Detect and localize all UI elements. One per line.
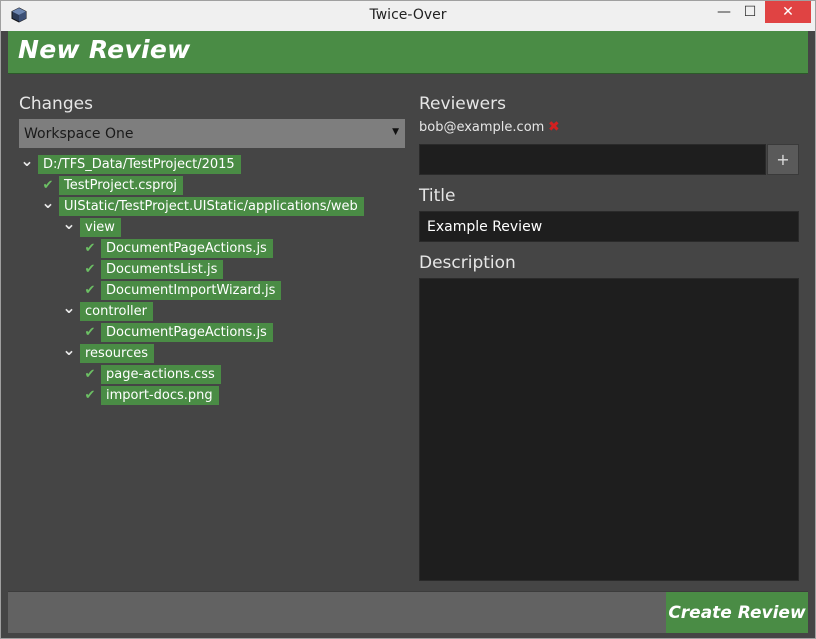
chevron-down-icon[interactable]: ⌄ — [40, 192, 56, 213]
tree-folder-label: resources — [80, 344, 155, 363]
title-label: Title — [419, 186, 456, 206]
checkmark-icon[interactable]: ✔ — [82, 364, 98, 385]
tree-file-label: DocumentPageActions.js — [101, 323, 273, 342]
tree-file-label: page-actions.css — [101, 365, 221, 384]
tree-row[interactable]: ✔ page-actions.css — [82, 364, 221, 385]
tree-row[interactable]: ⌄ resources — [61, 340, 155, 364]
footer-bar: Create Review — [8, 591, 808, 633]
tree-folder-label: UIStatic/TestProject.UIStatic/applicatio… — [59, 197, 364, 216]
tree-file-label: import-docs.png — [101, 386, 219, 405]
chevron-down-icon[interactable]: ⌄ — [61, 297, 77, 318]
page-header: New Review — [8, 31, 808, 74]
reviewer-input[interactable] — [419, 144, 766, 175]
tree-row[interactable]: ✔ TestProject.csproj — [40, 175, 184, 196]
tree-row[interactable]: ⌄ UIStatic/TestProject.UIStatic/applicati… — [40, 193, 364, 217]
tree-row[interactable]: ✔ import-docs.png — [82, 385, 219, 406]
main-panel: Changes Workspace One ▼ ⌄ D:/TFS_Data/Tes… — [8, 74, 808, 591]
tree-file-label: TestProject.csproj — [59, 176, 184, 195]
description-label: Description — [419, 253, 516, 273]
create-review-button[interactable]: Create Review — [666, 592, 808, 633]
tree-file-label: DocumentPageActions.js — [101, 239, 273, 258]
tree-folder-label: controller — [80, 302, 154, 321]
title-bar[interactable]: Twice-Over — ☐ ✕ — [1, 1, 815, 31]
changes-label: Changes — [19, 94, 93, 114]
title-input[interactable]: Example Review — [419, 211, 799, 242]
description-textarea[interactable] — [419, 278, 799, 581]
checkmark-icon[interactable]: ✔ — [82, 322, 98, 343]
tree-row[interactable]: ⌄ D:/TFS_Data/TestProject/2015 — [19, 151, 241, 175]
window-title: Twice-Over — [369, 7, 447, 23]
workspace-select[interactable]: Workspace One ▼ — [19, 119, 405, 148]
workspace-selected-value: Workspace One — [24, 126, 134, 142]
remove-reviewer-icon[interactable]: ✖ — [548, 119, 560, 135]
tree-folder-label: view — [80, 218, 121, 237]
close-button[interactable]: ✕ — [765, 1, 811, 23]
tree-file-label: DocumentsList.js — [101, 260, 224, 279]
reviewer-email: bob@example.com — [419, 120, 545, 135]
page-title: New Review — [18, 35, 191, 64]
checkmark-icon[interactable]: ✔ — [82, 259, 98, 280]
tree-row[interactable]: ✔ DocumentPageActions.js — [82, 322, 273, 343]
maximize-button[interactable]: ☐ — [737, 1, 763, 23]
add-reviewer-button[interactable]: + — [767, 144, 799, 175]
checkmark-icon[interactable]: ✔ — [82, 385, 98, 406]
tree-row[interactable]: ⌄ view — [61, 214, 121, 238]
tree-row[interactable]: ✔ DocumentImportWizard.js — [82, 280, 282, 301]
dropdown-arrow-icon: ▼ — [392, 127, 399, 137]
minimize-button[interactable]: — — [711, 1, 737, 23]
tree-row[interactable]: ✔ DocumentsList.js — [82, 259, 224, 280]
tree-row[interactable]: ⌄ controller — [61, 298, 154, 322]
tree-row[interactable]: ✔ DocumentPageActions.js — [82, 238, 273, 259]
tree-file-label: DocumentImportWizard.js — [101, 281, 282, 300]
tree-folder-label: D:/TFS_Data/TestProject/2015 — [38, 155, 241, 174]
checkmark-icon[interactable]: ✔ — [82, 280, 98, 301]
chevron-down-icon[interactable]: ⌄ — [61, 213, 77, 234]
chevron-down-icon[interactable]: ⌄ — [61, 339, 77, 360]
chevron-down-icon[interactable]: ⌄ — [19, 150, 35, 171]
reviewers-label: Reviewers — [419, 94, 506, 114]
checkmark-icon[interactable]: ✔ — [82, 238, 98, 259]
app-window: Twice-Over — ☐ ✕ New Review Changes Work… — [0, 0, 816, 639]
